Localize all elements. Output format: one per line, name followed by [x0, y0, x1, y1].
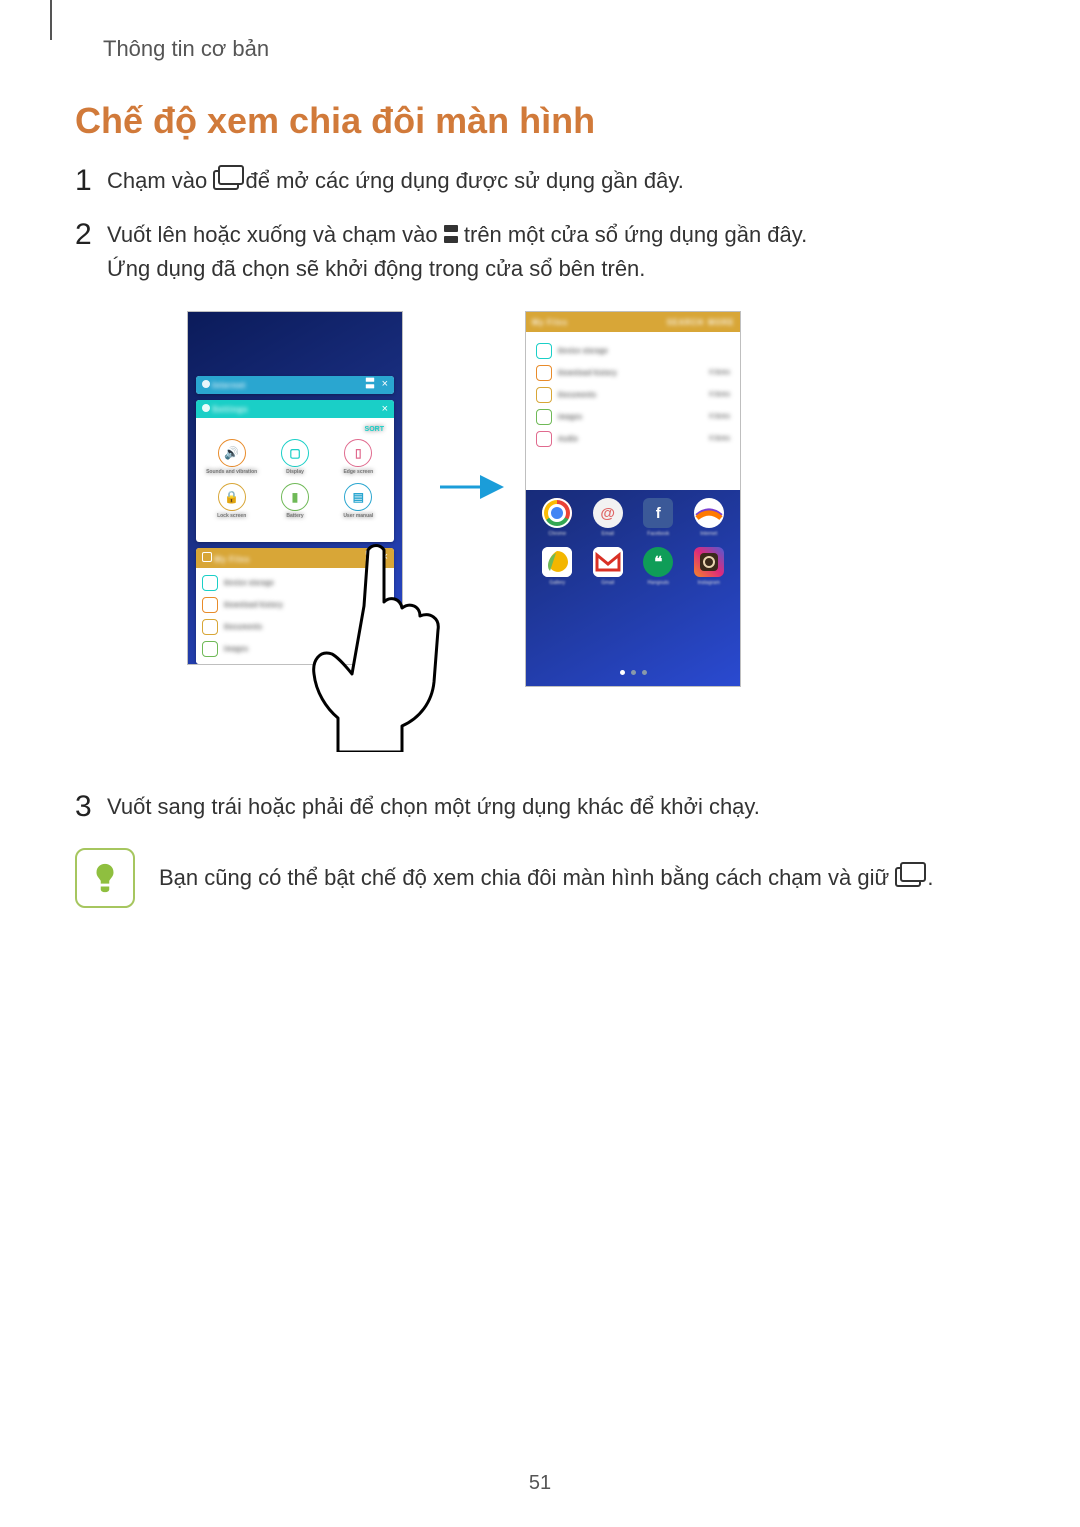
page-number: 51: [0, 1472, 1080, 1495]
step-number: 1: [75, 164, 107, 197]
phone-after: My Files SEARCH MORE Device storage Down…: [526, 312, 740, 686]
sort-label: SORT: [202, 426, 388, 433]
instagram-icon: [694, 547, 724, 577]
recent-apps-icon: [895, 867, 921, 887]
step-text: Chạm vào: [107, 168, 213, 193]
battery-icon: ▮: [281, 483, 309, 511]
lock-icon: 🔒: [218, 483, 246, 511]
split-view-icon: [366, 378, 374, 389]
display-icon: ▢: [281, 439, 309, 467]
tip-note: Bạn cũng có thể bật chế độ xem chia đôi …: [75, 848, 934, 908]
hangouts-icon: ❝: [643, 547, 673, 577]
step-text: Vuốt sang trái hoặc phải để chọn một ứng…: [107, 794, 760, 819]
arrow-icon: [438, 472, 508, 502]
chrome-icon: [542, 498, 572, 528]
step-text: để mở các ứng dụng được sử dụng gần đây.: [246, 168, 684, 193]
facebook-icon: f: [643, 498, 673, 528]
section-header: Thông tin cơ bản: [103, 36, 269, 62]
close-icon: ×: [382, 404, 388, 415]
email-icon: @: [593, 498, 623, 528]
instruction-figure: Internet × Settings × SORT 🔊Sounds and v…: [188, 312, 888, 752]
page-indicator: [526, 662, 740, 680]
close-icon: ×: [382, 378, 388, 390]
gmail-icon: [593, 547, 623, 577]
step-number: 2: [75, 218, 107, 251]
gallery-icon: [542, 547, 572, 577]
step-text: trên một cửa sổ ứng dụng gần đây.: [464, 222, 807, 247]
header-rule: [50, 0, 52, 40]
recent-card-internet: Internet ×: [196, 376, 394, 394]
edge-icon: ▯: [344, 439, 372, 467]
note-text: Bạn cũng có thể bật chế độ xem chia đôi …: [159, 865, 895, 890]
manual-icon: ▤: [344, 483, 372, 511]
step-text: Ứng dụng đã chọn sẽ khởi động trong cửa …: [107, 256, 645, 281]
recent-apps-icon: [213, 170, 239, 190]
hand-pointer-icon: [298, 542, 478, 752]
page-title: Chế độ xem chia đôi màn hình: [75, 100, 595, 142]
split-view-icon: [444, 225, 458, 243]
recent-card-settings: Settings × SORT 🔊Sounds and vibration ▢D…: [196, 400, 394, 542]
step-1: 1 Chạm vào để mở các ứng dụng được sử dụ…: [75, 164, 684, 198]
step-text: Vuốt lên hoặc xuống và chạm vào: [107, 222, 444, 247]
tip-icon: [75, 848, 135, 908]
internet-icon: [694, 498, 724, 528]
note-text: .: [927, 865, 933, 890]
sound-icon: 🔊: [218, 439, 246, 467]
step-number: 3: [75, 790, 107, 823]
step-2: 2 Vuốt lên hoặc xuống và chạm vào trên m…: [75, 218, 807, 286]
step-3: 3 Vuốt sang trái hoặc phải để chọn một ứ…: [75, 790, 760, 824]
